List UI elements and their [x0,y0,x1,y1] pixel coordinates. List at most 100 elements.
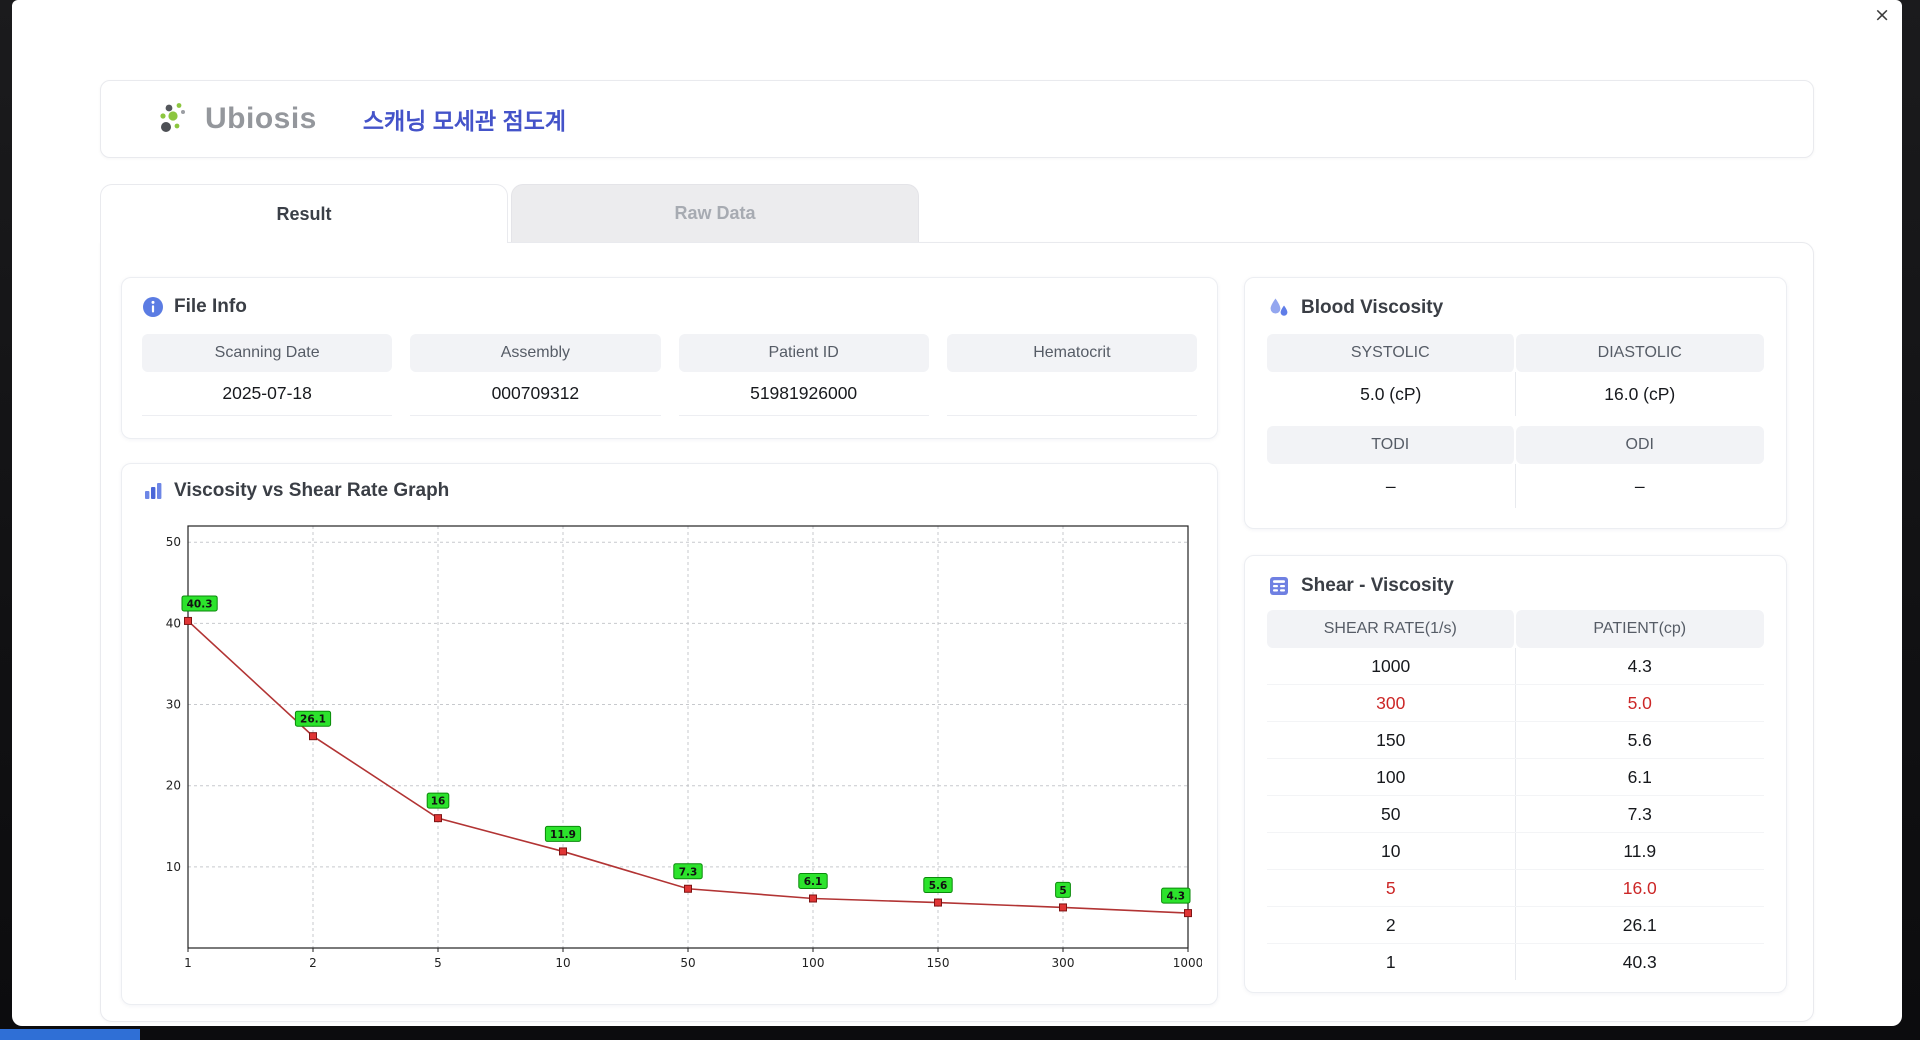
svg-text:300: 300 [1052,956,1075,970]
shear-rate-cell: 1 [1267,944,1516,980]
shear-col-header: PATIENT(cp) [1515,610,1764,648]
blood-viscosity-title: Blood Viscosity [1301,297,1444,318]
bv-group: SYSTOLIC DIASTOLIC 5.0 (cP) 16.0 (cP) [1267,334,1764,416]
field-label: Hematocrit [946,334,1197,372]
bar-chart-icon [142,480,164,502]
header-card: Ubiosis 스캐닝 모세관 점도계 [100,80,1814,158]
shear-rate-cell: 300 [1267,685,1516,721]
svg-text:5.6: 5.6 [929,880,948,892]
svg-text:5: 5 [1059,885,1066,897]
patient-cell: 5.6 [1627,729,1652,750]
bv-group: TODI ODI – – [1267,426,1764,508]
svg-text:50: 50 [680,956,695,970]
shear-rate-cell: 10 [1267,833,1516,869]
file-info-field: Scanning Date 2025-07-18 [142,334,393,416]
shear-rate-cell: 1000 [1267,648,1516,684]
graph-card: Viscosity vs Shear Rate Graph 40.3 26.1 16… [121,463,1218,1005]
viscosity-chart-container: 40.3 26.1 16 11.9 7.3 6.1 5.6 5 4.3 1 2 5 10 50 100 150… [142,510,1203,985]
file-info-fields: Scanning Date 2025-07-18 Assembly 000709312… [142,334,1197,416]
svg-text:4.3: 4.3 [1166,891,1185,903]
app-title: 스캐닝 모세관 점도계 [362,108,567,134]
shear-header-row: SHEAR RATE(1/s) PATIENT(cp) [1267,610,1764,648]
field-value [946,372,1197,416]
tab-result[interactable]: Result [100,184,508,243]
file-info-field: Hematocrit [946,334,1197,416]
field-value: 2025-07-18 [142,372,393,416]
table-row: 10 11.9 [1267,833,1764,870]
svg-text:7.3: 7.3 [679,866,698,878]
bv-header-row: SYSTOLIC DIASTOLIC [1267,334,1764,372]
table-row: 2 26.1 [1267,907,1764,944]
patient-cell: 16.0 [1622,877,1657,898]
shear-rate-cell: 150 [1267,722,1516,758]
bv-col-label: TODI [1267,426,1516,464]
ubiosis-logo: Ubiosis [157,99,317,139]
field-value: 000709312 [410,372,661,416]
file-info-title-row: File Info [142,296,1197,318]
shear-col-header: SHEAR RATE(1/s) [1267,610,1516,648]
droplets-icon [1267,296,1291,320]
patient-cell: 4.3 [1627,655,1652,676]
bv-col-label: SYSTOLIC [1267,334,1516,372]
field-label: Patient ID [678,334,929,372]
info-icon [142,296,164,318]
patient-cell: 6.1 [1627,766,1652,787]
logo-text: Ubiosis [205,102,317,135]
shear-rate-cell: 5 [1267,870,1516,906]
table-grid-icon [1267,574,1291,598]
bv-value: – [1267,464,1516,508]
field-label: Assembly [410,334,661,372]
file-info-card: File Info Scanning Date 2025-07-18 Assembl… [121,277,1218,439]
blood-viscosity-title-row: Blood Viscosity [1267,296,1764,320]
file-info-field: Assembly 000709312 [410,334,661,416]
svg-text:40: 40 [166,616,181,630]
table-row: 150 5.6 [1267,722,1764,759]
bv-value-row: 5.0 (cP) 16.0 (cP) [1267,372,1764,416]
ubiosis-logo-icon [157,99,197,139]
page: Ubiosis 스캐닝 모세관 점도계 Result Raw Data File… [12,80,1902,1022]
shear-viscosity-card: Shear - Viscosity SHEAR RATE(1/s) PATIENT… [1244,555,1787,993]
bv-col-label: DIASTOLIC [1515,334,1764,372]
svg-text:26.1: 26.1 [300,714,326,726]
table-row: 5 16.0 [1267,870,1764,907]
bv-value: – [1634,475,1645,496]
bv-value: 5.0 (cP) [1267,372,1516,416]
right-column: Blood Viscosity SYSTOLIC DIASTOLIC 5.0 (cP… [1244,277,1787,1005]
table-row: 50 7.3 [1267,796,1764,833]
result-panel: File Info Scanning Date 2025-07-18 Assembl… [100,242,1814,1022]
bv-col-label: ODI [1515,426,1764,464]
shear-viscosity-title-row: Shear - Viscosity [1267,574,1764,598]
svg-text:40.3: 40.3 [187,598,213,610]
svg-text:150: 150 [927,956,950,970]
svg-text:100: 100 [802,956,825,970]
file-info-field: Patient ID 51981926000 [678,334,929,416]
svg-text:2: 2 [309,956,317,970]
shear-viscosity-table: SHEAR RATE(1/s) PATIENT(cp) 1000 4.3 300 5.0 1… [1267,610,1764,980]
field-label: Scanning Date [142,334,393,372]
table-row: 100 6.1 [1267,759,1764,796]
file-info-title: File Info [174,296,247,317]
graph-title-row: Viscosity vs Shear Rate Graph [142,480,1197,502]
svg-text:5: 5 [434,956,442,970]
app-window: × Ubiosis 스캐닝 모세관 점도계 Result Raw Data Fi… [12,0,1902,1026]
svg-text:20: 20 [166,779,181,793]
table-row: 1000 4.3 [1267,648,1764,685]
bv-value-row: – – [1267,464,1764,508]
viscosity-chart: 40.3 26.1 16 11.9 7.3 6.1 5.6 5 4.3 1 2 5 10 50 100 150… [166,525,1203,970]
svg-text:10: 10 [166,860,181,874]
tab-raw-data[interactable]: Raw Data [511,184,919,242]
tab-bar: Result Raw Data [100,184,1814,243]
table-row: 300 5.0 [1267,685,1764,722]
svg-text:50: 50 [166,535,181,549]
blood-viscosity-table: SYSTOLIC DIASTOLIC 5.0 (cP) 16.0 (cP) TODI OD… [1267,334,1764,508]
close-icon[interactable]: × [1870,2,1894,29]
svg-text:30: 30 [166,698,181,712]
svg-text:6.1: 6.1 [804,876,823,888]
patient-cell: 26.1 [1622,914,1657,935]
svg-text:11.9: 11.9 [550,829,576,841]
blood-viscosity-card: Blood Viscosity SYSTOLIC DIASTOLIC 5.0 (cP… [1244,277,1787,529]
graph-title: Viscosity vs Shear Rate Graph [174,480,450,501]
bottom-blue-bar [0,1029,140,1040]
shear-rate-cell: 2 [1267,907,1516,943]
patient-cell: 5.0 [1627,692,1652,713]
